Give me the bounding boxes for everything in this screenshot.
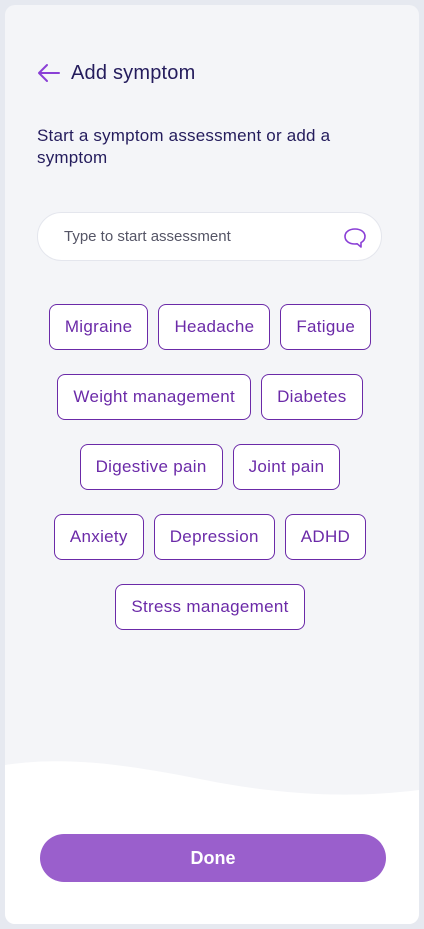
symptom-chip-digestive-pain[interactable]: Digestive pain (79, 444, 223, 490)
instruction-text: Start a symptom assessment or add a symp… (37, 126, 331, 167)
symptom-chip-diabetes[interactable]: Diabetes (261, 374, 363, 420)
symptom-chip-fatigue[interactable]: Fatigue (280, 304, 372, 350)
symptom-chip-anxiety[interactable]: Anxiety (53, 514, 144, 560)
page-title: Add symptom (71, 61, 196, 84)
symptom-chip-joint-pain[interactable]: Joint pain (232, 444, 341, 490)
symptom-chip-adhd[interactable]: ADHD (284, 514, 367, 560)
symptom-chip-depression[interactable]: Depression (153, 514, 275, 560)
done-button[interactable]: Done (40, 834, 386, 882)
arrow-left-icon (38, 64, 60, 82)
symptom-chip-list: Migraine Headache Fatigue Weight managem… (19, 304, 401, 630)
header: Add symptom (37, 57, 195, 89)
back-button[interactable] (37, 61, 61, 85)
app-screen: Add symptom Start a symptom assessment o… (5, 5, 419, 924)
symptom-chip-weight-management[interactable]: Weight management (57, 374, 252, 420)
symptom-chip-stress-management[interactable]: Stress management (115, 584, 305, 630)
chat-bubble-icon[interactable] (343, 227, 367, 249)
search-bar (37, 212, 382, 261)
assessment-search-input[interactable] (62, 227, 326, 246)
symptom-chip-migraine[interactable]: Migraine (48, 304, 149, 350)
symptom-chip-headache[interactable]: Headache (158, 304, 271, 350)
